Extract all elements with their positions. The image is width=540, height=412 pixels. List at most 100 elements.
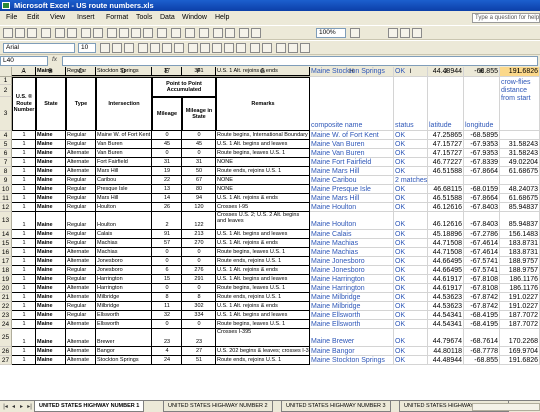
accumulated-mileage-cell[interactable]: 27 <box>182 347 216 356</box>
route-number[interactable]: 1 <box>12 275 36 284</box>
state-cell[interactable]: Maine <box>36 167 66 176</box>
row-header[interactable]: 8 <box>0 167 12 176</box>
accumulated-mileage-cell[interactable]: 94 <box>182 194 216 203</box>
menu-file[interactable]: File <box>6 11 17 25</box>
format-painter-icon[interactable] <box>143 28 153 38</box>
row-header[interactable]: 22 <box>0 302 12 311</box>
remarks-cell[interactable]: NONE <box>216 176 310 185</box>
status-cell[interactable]: OK <box>394 239 428 248</box>
horizontal-scrollbar[interactable] <box>472 403 540 411</box>
state-cell[interactable]: Maine <box>36 284 66 293</box>
borders-icon[interactable] <box>276 43 286 53</box>
composite-name-cell[interactable]: Maine Presque Isle <box>310 185 394 194</box>
intersection-cell[interactable]: Houlton <box>96 212 152 230</box>
route-number[interactable]: 1 <box>12 194 36 203</box>
longitude-cell[interactable]: -67.2786 <box>464 230 500 239</box>
accumulated-mileage-cell[interactable]: 0 <box>182 131 216 140</box>
latitude-cell[interactable]: 47.25865 <box>428 131 464 140</box>
type-cell[interactable]: Regular <box>66 230 96 239</box>
prev-sheet-icon[interactable]: ◂ <box>10 403 17 411</box>
status-cell[interactable]: OK <box>394 230 428 239</box>
type-cell[interactable]: Alternate <box>66 320 96 329</box>
distance-cell[interactable]: 169.9704 <box>500 347 540 356</box>
accumulated-mileage-cell[interactable]: 0 <box>182 257 216 266</box>
p2p-mileage-cell[interactable]: 91 <box>152 230 182 239</box>
remarks-cell[interactable]: Route ends, rejoins U.S. 1 <box>216 257 310 266</box>
accumulated-mileage-cell[interactable]: 45 <box>182 140 216 149</box>
bold-icon[interactable] <box>100 43 110 53</box>
intersection-cell[interactable]: Milbridge <box>96 302 152 311</box>
distance-cell[interactable]: 61.68675 <box>500 194 540 203</box>
intersection-cell[interactable]: Jonesboro <box>96 266 152 275</box>
longitude-cell[interactable] <box>464 176 500 185</box>
autosum-icon[interactable] <box>199 28 209 38</box>
row-header[interactable]: 24 <box>0 320 12 329</box>
status-cell[interactable]: OK <box>394 158 428 167</box>
fill-color-icon[interactable] <box>288 43 298 53</box>
longitude-cell[interactable]: -68.855 <box>464 356 500 365</box>
menu-tools[interactable]: Tools <box>136 11 152 25</box>
state-cell[interactable]: Maine <box>36 140 66 149</box>
route-number[interactable]: 1 <box>12 203 36 212</box>
distance-cell[interactable]: 191.6826 <box>500 356 540 365</box>
intersection-cell[interactable]: Machias <box>96 248 152 257</box>
remarks-cell[interactable]: Route begins, leaves U.S. 1 <box>216 248 310 257</box>
route-number[interactable]: 1 <box>12 347 36 356</box>
increase-decimal-icon[interactable] <box>224 43 234 53</box>
longitude-cell[interactable]: -68.7778 <box>464 347 500 356</box>
longitude-cell[interactable]: -67.8339 <box>464 158 500 167</box>
longitude-cell[interactable]: -68.4195 <box>464 320 500 329</box>
state-cell[interactable]: Maine <box>36 239 66 248</box>
worksheet-grid[interactable]: A B C D E F G H I J K L 1 2 3 4 5 6 7 8 9 10 11 12 13 14 15 16 17 18 1… <box>0 67 540 400</box>
accumulated-mileage-cell[interactable]: 51 <box>182 356 216 365</box>
align-center-icon[interactable] <box>150 43 160 53</box>
intersection-cell[interactable]: Harrington <box>96 275 152 284</box>
latitude-cell[interactable]: 44.48944 <box>428 67 464 77</box>
composite-name-cell[interactable]: Maine Jonesboro <box>310 257 394 266</box>
comma-style-icon[interactable] <box>212 43 222 53</box>
state-cell[interactable]: Maine <box>36 67 66 76</box>
undo-icon[interactable] <box>157 28 167 38</box>
intersection-cell[interactable]: Maine W. of Fort Kent <box>96 131 152 140</box>
insert-function-icon[interactable]: fx <box>52 56 57 63</box>
remarks-cell[interactable]: U.S. 1 Alt. rejoins & ends <box>216 302 310 311</box>
menu-help[interactable]: Help <box>215 11 229 25</box>
route-number[interactable]: 1 <box>12 167 36 176</box>
longitude-cell[interactable]: -67.4614 <box>464 239 500 248</box>
p2p-mileage-cell[interactable]: 31 <box>152 158 182 167</box>
latitude-cell[interactable]: 47.15727 <box>428 140 464 149</box>
type-cell[interactable]: Alternate <box>66 356 96 365</box>
p2p-mileage-cell[interactable]: 23 <box>152 329 182 347</box>
remarks-cell[interactable]: NONE <box>216 158 310 167</box>
latitude-cell[interactable]: 44.66495 <box>428 257 464 266</box>
remarks-cell[interactable]: U.S. 1 Alt. rejoins & ends <box>216 239 310 248</box>
p2p-mileage-cell[interactable]: 0 <box>152 131 182 140</box>
composite-name-cell[interactable]: Maine Ellsworth <box>310 311 394 320</box>
type-cell[interactable]: Regular <box>66 266 96 275</box>
row-header[interactable]: 3 <box>0 97 12 131</box>
route-number[interactable]: 1 <box>12 140 36 149</box>
distance-cell[interactable] <box>500 131 540 140</box>
row-header[interactable]: 1 <box>0 77 12 85</box>
type-cell[interactable]: Alternate <box>66 329 96 347</box>
latitude-cell[interactable]: 44.61917 <box>428 275 464 284</box>
p2p-mileage-cell[interactable]: 13 <box>152 185 182 194</box>
state-cell[interactable]: Maine <box>36 230 66 239</box>
intersection-cell[interactable]: Calais <box>96 230 152 239</box>
chart-icon[interactable] <box>388 28 398 38</box>
status-cell[interactable]: OK <box>394 67 428 77</box>
composite-name-cell[interactable]: Maine Harrington <box>310 284 394 293</box>
p2p-mileage-cell[interactable]: 22 <box>152 176 182 185</box>
align-right-icon[interactable] <box>162 43 172 53</box>
comment-icon[interactable] <box>412 28 422 38</box>
p2p-mileage-cell[interactable]: 24 <box>152 356 182 365</box>
p2p-mileage-cell[interactable]: 2 <box>152 212 182 230</box>
state-cell[interactable]: Maine <box>36 356 66 365</box>
sort-ascending-icon[interactable] <box>213 28 223 38</box>
latitude-cell[interactable]: 44.54341 <box>428 320 464 329</box>
sheet-tab-1[interactable]: UNITED STATES HIGHWAY NUMBER 1 <box>34 401 145 412</box>
status-cell[interactable]: OK <box>394 140 428 149</box>
longitude-cell[interactable]: -68.4195 <box>464 311 500 320</box>
type-cell[interactable]: Alternate <box>66 347 96 356</box>
intersection-cell[interactable]: Van Buren <box>96 149 152 158</box>
